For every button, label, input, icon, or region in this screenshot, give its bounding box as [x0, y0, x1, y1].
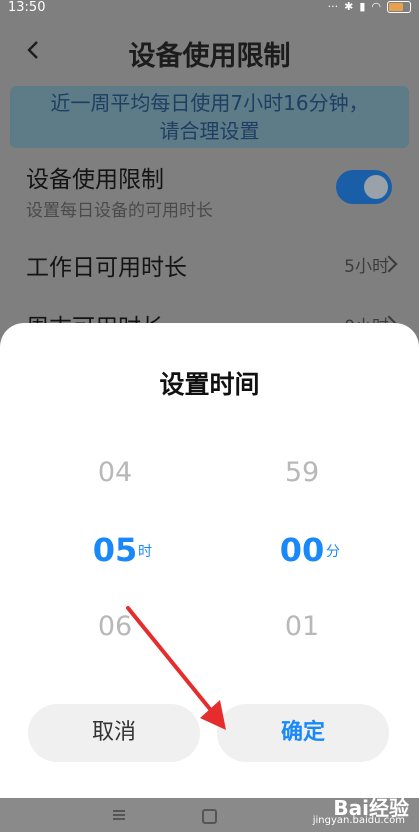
home-icon[interactable]	[202, 809, 217, 824]
menu-icon[interactable]	[113, 810, 125, 820]
watermark-url: jingyan.baidu.com	[312, 815, 405, 826]
annotation-arrow-icon	[126, 606, 226, 730]
